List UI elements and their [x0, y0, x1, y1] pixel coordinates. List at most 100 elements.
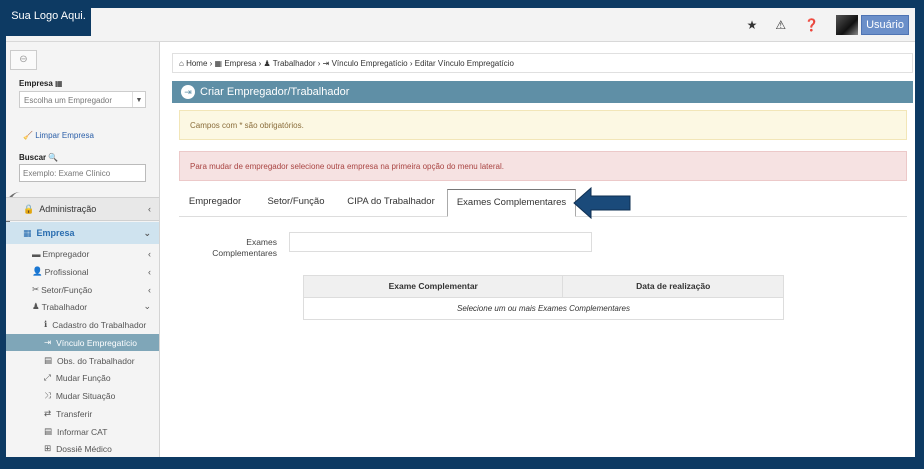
avatar[interactable] [836, 15, 859, 35]
chevron-left-icon: ‹ [148, 248, 151, 259]
trabalhador-mudar-funcao-label: Mudar Função [55, 372, 111, 383]
top-bar: Sua Logo Aqui. ★ ⚠ ❓ Usuário [6, 8, 915, 42]
tab-setor-funcao[interactable]: Setor/Função [259, 189, 333, 215]
search-placeholder: Exemplo: Exame Clínico [23, 169, 111, 178]
user-icon: 👤 [32, 266, 43, 276]
tab-cipa[interactable]: CIPA do Trabalhador [339, 189, 443, 215]
top-icons: ★ ⚠ ❓ Usuário [738, 14, 909, 36]
submenu-profissional[interactable]: 👤 Profissional ‹ [6, 263, 159, 280]
exchange-icon: ⇄ [44, 408, 52, 418]
lock-icon: 🔒 [23, 203, 35, 214]
chevron-left-icon: ‹ [148, 266, 151, 277]
breadcrumb-current: Editar Vínculo Empregatício [414, 59, 514, 68]
submenu-empregador-label: Empregador [42, 248, 90, 259]
resize-icon: ⤢ [44, 372, 51, 382]
info-icon: ℹ [44, 319, 48, 329]
trabalhador-informar-cat[interactable]: ▤ Informar CAT [6, 423, 159, 440]
menu-empresa[interactable]: ▦ Empresa ⌄ [6, 222, 159, 244]
logo[interactable]: Sua Logo Aqui. [6, 8, 91, 36]
panel-title: Criar Empregador/Trabalhador [200, 86, 350, 98]
empresa-select[interactable]: Escolha um Empregador ▼ [19, 91, 146, 108]
submenu-setor-funcao[interactable]: ✂ Setor/Função ‹ [6, 281, 159, 298]
home-icon: ⌂ [179, 59, 184, 68]
search-input[interactable]: Exemplo: Exame Clínico [19, 164, 146, 182]
building-icon: ▦ [55, 79, 63, 88]
file-icon: ▤ [44, 355, 53, 365]
tab-bar: Empregador Setor/Função CIPA do Trabalha… [179, 189, 907, 217]
clear-empresa-label: Limpar Empresa [35, 131, 94, 140]
exames-complementares-input[interactable] [289, 232, 592, 252]
menu-administracao[interactable]: 🔒 Administração ‹ [6, 197, 159, 221]
submenu-trabalhador[interactable]: ♟ Trabalhador ⌄ [6, 298, 159, 315]
sign-in-icon: ⇥ [322, 59, 330, 68]
submenu-profissional-label: Profissional [44, 266, 89, 277]
clear-empresa-link[interactable]: 🧹 Limpar Empresa [23, 131, 94, 140]
trabalhador-mudar-situacao-label: Mudar Situação [55, 390, 116, 401]
tools-icon: ✂ [32, 284, 40, 294]
pointer-arrow-icon [573, 186, 631, 220]
caret-down-icon: ▼ [132, 92, 145, 107]
table-header: Exame Complementar Data de realização [304, 276, 783, 298]
empresa-select-value: Escolha um Empregador [24, 96, 113, 105]
change-employer-alert: Para mudar de empregador selecione outra… [179, 151, 907, 181]
warning-icon[interactable]: ⚠ [775, 18, 786, 32]
exames-table: Exame Complementar Data de realização Se… [303, 275, 784, 320]
sign-in-icon: ⇥ [181, 85, 195, 99]
app-window: Sua Logo Aqui. ★ ⚠ ❓ Usuário ⊖ Empresa ▦… [6, 8, 915, 457]
menu-empresa-label: Empresa [36, 228, 75, 238]
exames-label-line2: Complementares [212, 248, 277, 258]
user-button[interactable]: Usuário [861, 15, 909, 35]
exames-field-label: Exames Complementares [202, 237, 277, 259]
empresa-label: Empresa ▦ [19, 79, 63, 88]
trabalhador-obs[interactable]: ▤ Obs. do Trabalhador [6, 352, 159, 369]
trabalhador-mudar-funcao[interactable]: ⤢ Mudar Função [6, 369, 159, 386]
submenu-trabalhador-label: Trabalhador [41, 301, 88, 312]
file-icon: ▤ [44, 426, 53, 436]
breadcrumb-trabalhador[interactable]: Trabalhador [273, 59, 316, 68]
breadcrumb-empresa[interactable]: Empresa [224, 59, 256, 68]
arrow-left-circle-icon: ⊖ [19, 54, 28, 65]
trabalhador-transferir[interactable]: ⇄ Transferir [6, 405, 159, 422]
person-icon: ♟ [32, 301, 40, 311]
person-icon: ♟ [263, 59, 271, 68]
star-icon[interactable]: ★ [747, 18, 758, 32]
submenu-setor-funcao-label: Setor/Função [41, 284, 93, 295]
trabalhador-obs-label: Obs. do Trabalhador [57, 355, 135, 366]
trabalhador-dossie-label: Dossiê Médico [56, 443, 112, 454]
trabalhador-cadastro-label: Cadastro do Trabalhador [52, 319, 147, 330]
sidebar-collapse-button[interactable]: ⊖ [10, 50, 37, 70]
exames-label-line1: Exames [246, 237, 277, 247]
plus-square-icon: ⊞ [44, 443, 52, 453]
required-fields-alert: Campos com * são obrigatórios. [179, 110, 907, 140]
column-exame-complementar: Exame Complementar [304, 276, 564, 297]
trabalhador-transferir-label: Transferir [56, 408, 93, 419]
table-empty-message: Selecione um ou mais Exames Complementar… [457, 304, 630, 313]
building-icon: ▦ [23, 227, 32, 238]
sidebar: ⊖ Empresa ▦ Escolha um Empregador ▼ 🧹 Li… [6, 42, 160, 457]
chevron-down-icon: ⌄ [143, 227, 151, 238]
trabalhador-informar-cat-label: Informar CAT [57, 426, 108, 437]
tab-exames-complementares[interactable]: Exames Complementares [447, 189, 576, 217]
chevron-left-icon: ‹ [148, 284, 151, 295]
breadcrumb: ⌂ Home › ▦ Empresa › ♟ Trabalhador › ⇥ V… [172, 53, 913, 73]
shuffle-icon: ⤨ [44, 390, 51, 400]
column-data-realizacao: Data de realização [636, 281, 711, 291]
trabalhador-cadastro[interactable]: ℹ Cadastro do Trabalhador [6, 316, 159, 333]
panel-header: ⇥ Criar Empregador/Trabalhador [172, 81, 913, 103]
trabalhador-mudar-situacao[interactable]: ⤨ Mudar Situação [6, 387, 159, 404]
submenu-empregador[interactable]: ▬ Empregador ‹ [6, 245, 159, 262]
help-icon[interactable]: ❓ [804, 18, 819, 32]
trabalhador-vinculo-label: Vínculo Empregatício [56, 337, 137, 348]
briefcase-icon: ▬ [32, 248, 41, 259]
trabalhador-dossie[interactable]: ⊞ Dossiê Médico [6, 440, 159, 457]
breadcrumb-vinculo[interactable]: Vínculo Empregatício [332, 59, 408, 68]
building-icon: ▦ [214, 59, 223, 68]
chevron-down-icon: ⌄ [143, 301, 151, 311]
tab-empregador[interactable]: Empregador [179, 189, 251, 215]
broom-icon: 🧹 [23, 131, 33, 140]
chevron-left-icon: ‹ [148, 204, 151, 214]
search-label: Buscar 🔍 [19, 153, 59, 162]
trabalhador-vinculo[interactable]: ⇥ Vínculo Empregatício [6, 334, 159, 351]
breadcrumb-home[interactable]: Home [186, 59, 207, 68]
sign-in-icon: ⇥ [44, 337, 52, 347]
